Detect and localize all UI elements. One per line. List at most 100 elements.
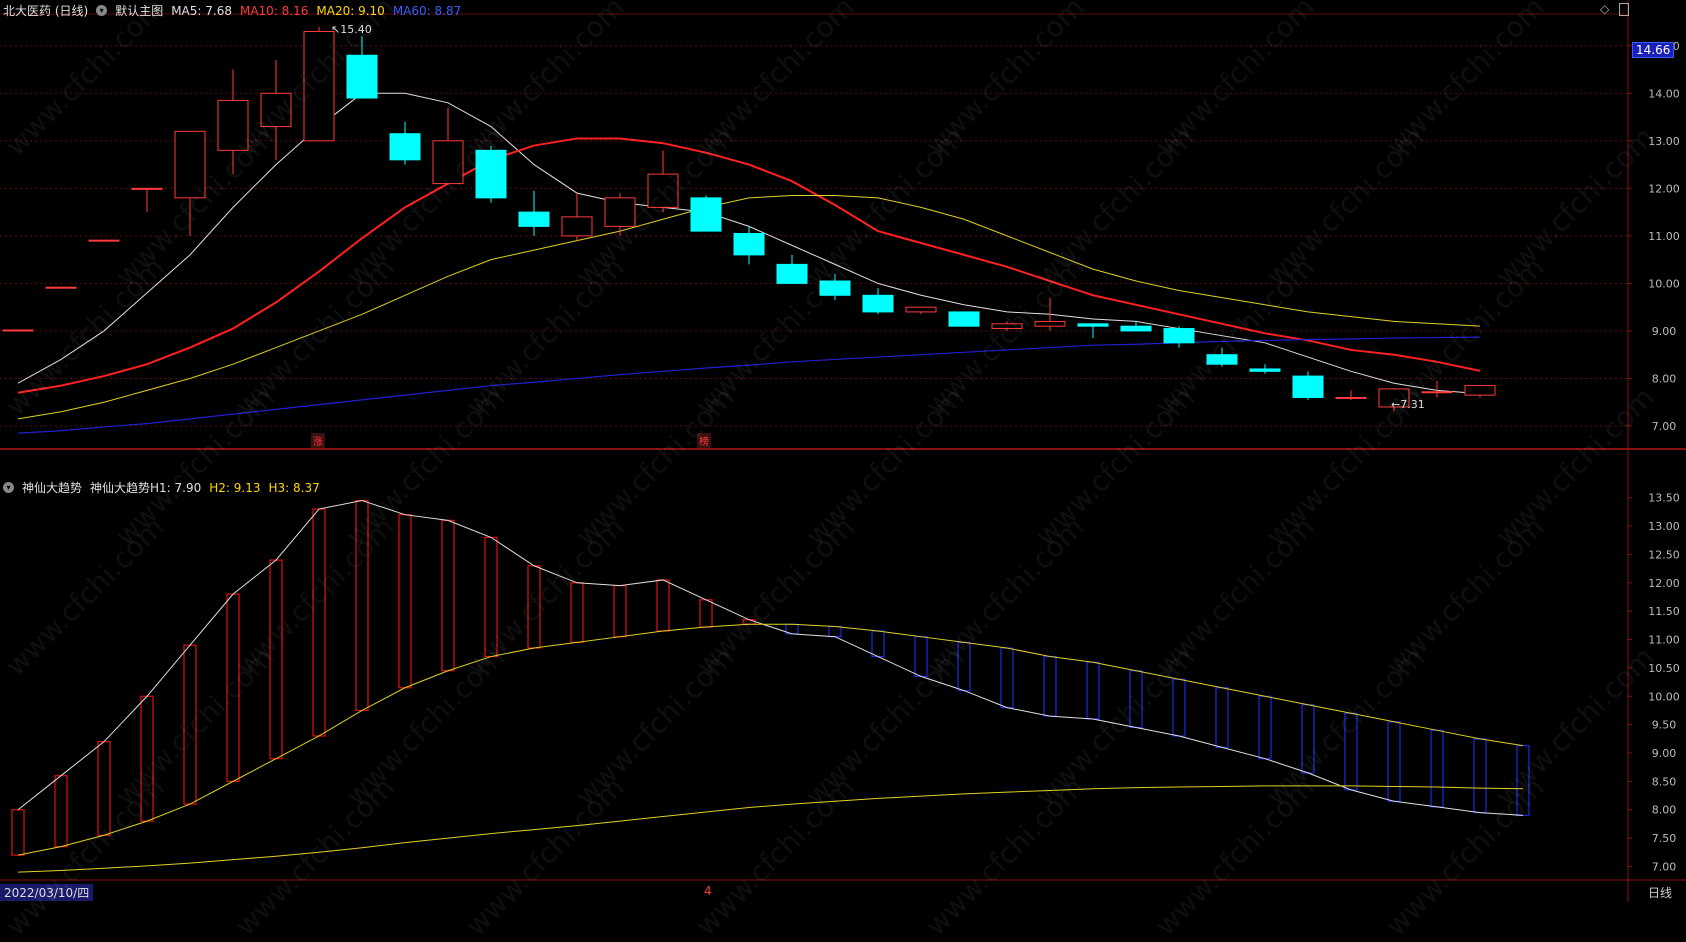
- trend-bar: [398, 514, 412, 689]
- candle-body-up: [1034, 320, 1066, 327]
- candle-body-up: [561, 216, 593, 237]
- cursor-date: 2022/03/10/四: [0, 884, 94, 901]
- indicator-name[interactable]: 神仙大趋势: [22, 479, 82, 496]
- indicator-header: ▾ 神仙大趋势 神仙大趋势H1: 7.90 H2: 9.13 H3: 8.37: [3, 479, 320, 496]
- candle-body-down: [1077, 323, 1109, 327]
- candle-body-down: [1249, 368, 1281, 372]
- candle-body-up: [991, 323, 1023, 330]
- candle-body-down: [862, 294, 894, 313]
- h2-label: H2: 9.13: [209, 480, 261, 495]
- template-name[interactable]: 默认主图: [115, 2, 163, 19]
- trend-bar: [1344, 712, 1358, 791]
- y-tick-label: 8.00: [1652, 372, 1677, 385]
- trend-bar: [527, 565, 541, 649]
- candle-body-up: [647, 173, 679, 208]
- trend-bar: [312, 508, 326, 737]
- y-tick-label: 8.50: [1652, 775, 1677, 788]
- candle-body-down: [733, 233, 765, 256]
- y-tick-label: 11.00: [1648, 230, 1680, 243]
- low-annotation: ←7.31: [1391, 398, 1425, 411]
- zhang-marker[interactable]: 涨: [311, 433, 325, 448]
- candle-body-up: [1464, 385, 1496, 396]
- trend-bar: [1129, 670, 1143, 729]
- y-tick-label: 9.00: [1652, 747, 1677, 760]
- candle-body-down: [776, 263, 808, 284]
- y-tick-label: 11.50: [1648, 605, 1680, 618]
- trend-bar: [1258, 695, 1272, 760]
- top-right-controls: ◇: [1600, 2, 1630, 16]
- trend-bar: [742, 619, 756, 625]
- diamond-icon[interactable]: ◇: [1600, 2, 1609, 16]
- low-value: 7.31: [1400, 398, 1425, 411]
- trend-bar: [1172, 678, 1186, 737]
- trend-bar: [1387, 721, 1401, 802]
- candle-body-up: [604, 197, 636, 227]
- y-tick-label: 10.50: [1648, 662, 1680, 675]
- candle-body-down: [518, 211, 550, 227]
- h3-label: H3: 8.37: [268, 480, 320, 495]
- trend-bar: [54, 775, 68, 848]
- ma5-label: MA5: 7.68: [171, 3, 232, 18]
- candle-body-up: [174, 130, 206, 199]
- candle-body-up: [1335, 396, 1367, 399]
- candle-body-down: [948, 311, 980, 327]
- candle-body-up: [260, 92, 292, 128]
- trend-bar: [1516, 745, 1530, 817]
- y-tick-label: 9.00: [1652, 325, 1677, 338]
- candle-body-down: [1206, 354, 1238, 365]
- trend-bar: [1301, 704, 1315, 774]
- trend-bar: [957, 641, 971, 692]
- ma-line-ma60: [17, 336, 1481, 434]
- panel-toggle-icon[interactable]: [1619, 2, 1630, 16]
- trend-bar: [1430, 729, 1444, 808]
- trend-bar: [1215, 687, 1229, 748]
- trend-bar: [1473, 738, 1487, 814]
- chevron-down-icon[interactable]: ▾: [96, 5, 108, 16]
- period-label[interactable]: 日线: [1648, 884, 1672, 901]
- candle-body-up: [45, 286, 77, 289]
- trend-bar: [355, 499, 369, 712]
- candle-body-down: [690, 197, 722, 232]
- y-tick-label: 9.50: [1652, 719, 1677, 732]
- ma10-label: MA10: 8.16: [239, 3, 309, 18]
- candle-body-up: [1421, 391, 1453, 394]
- h1-label: 神仙大趋势H1: 7.90: [90, 481, 202, 495]
- candle-body-up: [905, 306, 937, 313]
- candle-body-down: [1120, 325, 1152, 332]
- ma60-label: MA60: 8.87: [392, 3, 462, 18]
- stock-name[interactable]: 北大医药 (日线): [3, 2, 88, 19]
- high-annotation: ↖15.40: [331, 23, 372, 36]
- trend-bar: [1043, 655, 1057, 717]
- candle-body-down: [1163, 328, 1195, 344]
- y-tick-label: 13.00: [1648, 520, 1680, 533]
- trend-bar: [269, 559, 283, 760]
- trend-bar: [484, 536, 498, 658]
- candle-body-down: [819, 280, 851, 296]
- candle-body-up: [88, 239, 120, 242]
- y-tick-label: 7.00: [1652, 860, 1677, 873]
- candle-body-up: [131, 187, 163, 190]
- bang-marker[interactable]: 榜: [697, 433, 711, 448]
- h2-line: [17, 623, 1524, 856]
- candle-body-down: [389, 133, 421, 161]
- y-tick-label: 8.00: [1652, 804, 1677, 817]
- y-tick-label: 11.00: [1648, 634, 1680, 647]
- candle-body-up: [303, 31, 335, 142]
- trend-bar: [97, 741, 111, 836]
- trend-bar: [699, 599, 713, 628]
- high-value: 15.40: [340, 23, 372, 36]
- candle-body-up: [2, 329, 34, 332]
- candle-body-up: [432, 140, 464, 185]
- trend-bar: [656, 579, 670, 632]
- h1-line: [17, 499, 1524, 816]
- chart-stage: 7.00 8.00 9.00 10.00 11.00 12.00 13.00 14.00 15.…: [0, 0, 1686, 942]
- chevron-down-icon[interactable]: ▾: [3, 482, 14, 493]
- y-tick-label: 7.50: [1652, 832, 1677, 845]
- y-tick-label: 12.00: [1648, 577, 1680, 590]
- trend-bar: [140, 695, 154, 822]
- y-tick-label: 14.00: [1648, 87, 1680, 100]
- y-tick-label: 13.50: [1648, 492, 1680, 505]
- trend-bar: [183, 644, 197, 805]
- trend-bar: [828, 625, 842, 638]
- chart-svg: 7.00 8.00 9.00 10.00 11.00 12.00 13.00 14.00 15.…: [0, 0, 1686, 902]
